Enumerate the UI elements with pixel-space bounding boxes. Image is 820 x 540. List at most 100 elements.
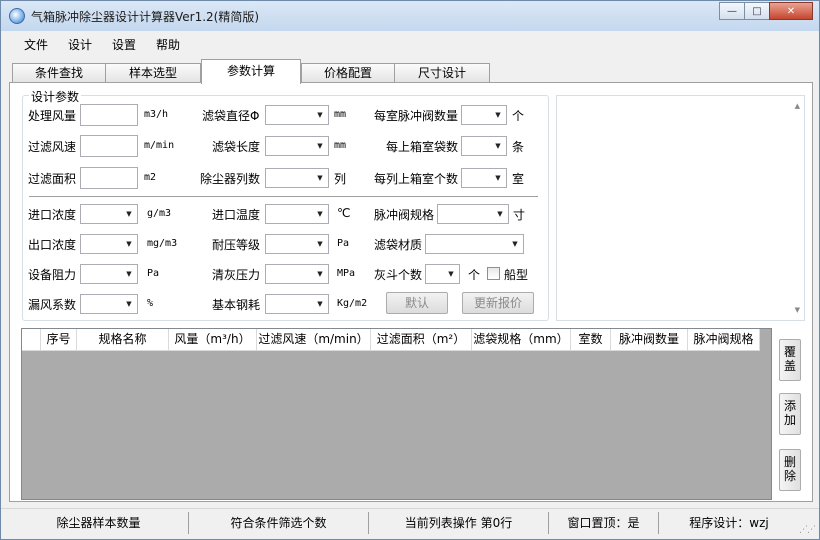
base-steel-select[interactable]: ▼ [265, 294, 329, 314]
cleaning-pressure-select[interactable]: ▼ [265, 264, 329, 284]
valve-spec-unit: 寸 [513, 208, 526, 222]
resize-grip-icon[interactable]: ⋰⋰ [799, 525, 816, 535]
status-filter-count: 符合条件筛选个数 [189, 512, 369, 534]
status-bar: 除尘器样本数量 符合条件筛选个数 当前列表操作 第0行 窗口置顶：是 程序设计：… [1, 508, 819, 539]
chevron-down-icon: ▼ [317, 111, 323, 119]
bag-length-select[interactable]: ▼ [265, 136, 329, 156]
column-header-index[interactable]: 序号 [41, 329, 77, 351]
column-header-air-volume[interactable]: 风量（m³/h） [169, 329, 257, 351]
inlet-concentration-label: 进口浓度 [28, 208, 77, 222]
inlet-concentration-select[interactable]: ▼ [80, 204, 138, 224]
boxes-per-column-unit: 室 [512, 172, 525, 186]
separator-line [29, 196, 538, 198]
add-button-char-1: 添 [783, 399, 796, 413]
air-volume-label: 处理风量 [28, 109, 77, 123]
results-grid[interactable]: 序号 规格名称 风量（m³/h） 过滤风速（m/min） 过滤面积（m²） 滤袋… [21, 328, 772, 500]
leak-coefficient-label: 漏风系数 [28, 298, 77, 312]
close-button[interactable]: ✕ [769, 2, 813, 20]
inlet-temperature-unit: ℃ [337, 206, 351, 220]
valve-spec-label: 脉冲阀规格 [374, 208, 435, 222]
resistance-select[interactable]: ▼ [80, 264, 138, 284]
menu-file[interactable]: 文件 [24, 36, 48, 53]
cover-button[interactable]: 覆 盖 [779, 339, 801, 381]
menu-design[interactable]: 设计 [68, 36, 92, 53]
base-steel-label: 基本钢耗 [212, 298, 261, 312]
add-button-char-2: 加 [783, 413, 796, 427]
air-volume-unit: m3/h [144, 109, 169, 120]
filter-velocity-input[interactable] [80, 135, 138, 157]
boxes-per-column-label: 每列上箱室个数 [374, 172, 459, 186]
chevron-down-icon: ▼ [497, 210, 503, 218]
tab-sample-selection[interactable]: 样本选型 [105, 63, 201, 83]
column-header-valve-count[interactable]: 脉冲阀数量 [611, 329, 688, 351]
column-header-spec-name[interactable]: 规格名称 [77, 329, 169, 351]
bags-per-box-label: 每上箱室袋数 [386, 140, 459, 154]
app-logo-icon [9, 8, 25, 24]
chevron-down-icon: ▼ [317, 240, 323, 248]
bag-material-label: 滤袋材质 [374, 238, 423, 252]
default-button[interactable]: 默认 [386, 292, 448, 314]
bags-per-box-unit: 条 [512, 140, 525, 154]
vertical-scrollbar[interactable]: ▲ ▼ [787, 96, 804, 320]
delete-button-char-2: 除 [783, 469, 796, 483]
pressure-grade-label: 耐压等级 [212, 238, 261, 252]
bag-diameter-label: 滤袋直径Φ [202, 109, 260, 123]
delete-button[interactable]: 删 除 [779, 449, 801, 491]
bags-per-box-select[interactable]: ▼ [461, 136, 507, 156]
menu-help[interactable]: 帮助 [156, 36, 180, 53]
tab-condition-search[interactable]: 条件查找 [12, 63, 106, 83]
valves-per-chamber-unit: 个 [512, 109, 525, 123]
chevron-down-icon: ▼ [317, 300, 323, 308]
leak-coefficient-select[interactable]: ▼ [80, 294, 138, 314]
chevron-down-icon: ▼ [126, 240, 132, 248]
chevron-down-icon: ▼ [495, 142, 501, 150]
ship-type-label: 船型 [504, 268, 529, 282]
valves-per-chamber-label: 每室脉冲阀数量 [374, 109, 459, 123]
filter-area-input[interactable] [80, 167, 138, 189]
minimize-button[interactable]: — [719, 2, 745, 20]
inlet-temperature-select[interactable]: ▼ [265, 204, 329, 224]
air-volume-input[interactable] [80, 104, 138, 126]
tab-price-config[interactable]: 价格配置 [301, 63, 395, 83]
app-window: 气箱脉冲除尘器设计计算器Ver1.2(精简版) — □ ✕ 文件 设计 设置 帮… [0, 0, 820, 540]
chevron-down-icon: ▼ [495, 111, 501, 119]
add-button[interactable]: 添 加 [779, 393, 801, 435]
maximize-button[interactable]: □ [744, 2, 770, 20]
boxes-per-column-select[interactable]: ▼ [461, 168, 507, 188]
result-text-area[interactable]: ▲ ▼ [556, 95, 805, 321]
chevron-down-icon: ▼ [126, 300, 132, 308]
chevron-down-icon: ▼ [317, 210, 323, 218]
column-header-bag-spec[interactable]: 滤袋规格（mm） [472, 329, 571, 351]
column-header-chambers[interactable]: 室数 [571, 329, 611, 351]
outlet-concentration-select[interactable]: ▼ [80, 234, 138, 254]
status-current-operation: 当前列表操作 第0行 [369, 512, 549, 534]
tab-parameter-calc[interactable]: 参数计算 [201, 59, 301, 84]
valve-spec-select[interactable]: ▼ [437, 204, 509, 224]
column-header-valve-spec[interactable]: 脉冲阀规格 [688, 329, 760, 351]
bag-length-label: 滤袋长度 [212, 140, 261, 154]
ship-type-checkbox[interactable] [487, 267, 500, 280]
bag-material-select[interactable]: ▼ [425, 234, 524, 254]
hopper-count-label: 灰斗个数 [374, 268, 423, 282]
column-header-filter-velocity[interactable]: 过滤风速（m/min） [257, 329, 371, 351]
status-designer: 程序设计：wzj [689, 516, 769, 530]
pressure-grade-select[interactable]: ▼ [265, 234, 329, 254]
outlet-concentration-unit: mg/m3 [147, 238, 178, 249]
scroll-up-icon[interactable]: ▲ [795, 102, 800, 110]
columns-label: 除尘器列数 [200, 172, 261, 186]
chevron-down-icon: ▼ [495, 174, 501, 182]
bag-diameter-select[interactable]: ▼ [265, 105, 329, 125]
outlet-concentration-label: 出口浓度 [28, 238, 77, 252]
columns-select[interactable]: ▼ [265, 168, 329, 188]
hopper-count-select[interactable]: ▼ [425, 264, 460, 284]
menu-settings[interactable]: 设置 [112, 36, 136, 53]
column-header-filter-area[interactable]: 过滤面积（m²） [371, 329, 472, 351]
update-quote-button[interactable]: 更新报价 [462, 292, 534, 314]
scroll-down-icon[interactable]: ▼ [795, 306, 800, 314]
valves-per-chamber-select[interactable]: ▼ [461, 105, 507, 125]
chevron-down-icon: ▼ [512, 240, 518, 248]
inlet-temperature-label: 进口温度 [212, 208, 261, 222]
delete-button-char-1: 删 [783, 455, 796, 469]
group-title: 设计参数 [29, 88, 82, 105]
tab-size-design[interactable]: 尺寸设计 [394, 63, 490, 83]
